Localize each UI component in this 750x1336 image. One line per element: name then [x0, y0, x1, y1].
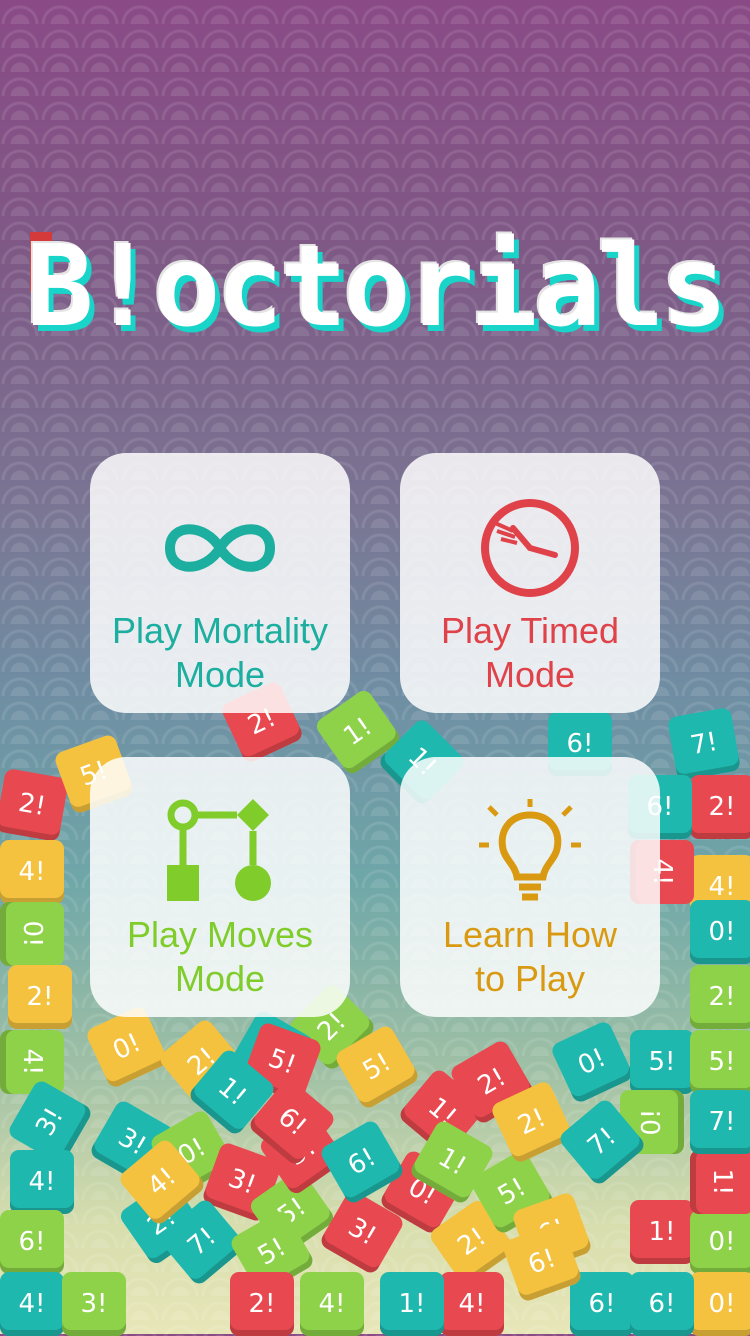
number-tile: 2!: [690, 965, 750, 1029]
number-tile: 7!: [666, 706, 742, 782]
number-tile: 0!: [0, 902, 64, 966]
number-tile: 4!: [0, 840, 64, 904]
number-tile: 1!: [630, 1200, 694, 1264]
number-tile: 7!: [690, 1090, 750, 1154]
mortality-mode-label: Play Mortality Mode: [111, 610, 329, 695]
number-tile: 3!: [62, 1272, 126, 1336]
stopwatch-icon: [470, 493, 590, 603]
flowchart-icon: [160, 797, 280, 907]
number-tile: 2!: [230, 1272, 294, 1336]
play-mortality-mode-button[interactable]: Play Mortality Mode: [90, 453, 350, 713]
number-tile: 5!: [630, 1030, 694, 1094]
timed-mode-label: Play Timed Mode: [440, 610, 620, 695]
number-tile: 6!: [630, 1272, 694, 1336]
number-tile: 1!: [690, 1150, 750, 1214]
number-tile: 0!: [690, 1272, 750, 1336]
number-tile: 1!: [380, 1272, 444, 1336]
moves-mode-label: Play Moves Mode: [126, 914, 314, 999]
number-tile: 0!: [84, 1004, 170, 1090]
number-tile: 5!: [690, 1030, 750, 1094]
number-tile: 2!: [8, 965, 72, 1029]
number-tile: 4!: [440, 1272, 504, 1336]
number-tile: 0!: [690, 900, 750, 964]
number-tile: 4!: [0, 1030, 64, 1094]
number-tile: 4!: [300, 1272, 364, 1336]
lightbulb-icon: [470, 797, 590, 907]
learn-how-label: Learn How to Play: [442, 914, 618, 999]
number-tile: 4!: [0, 1272, 64, 1336]
play-timed-mode-button[interactable]: Play Timed Mode: [400, 453, 660, 713]
number-tile: 2!: [690, 775, 750, 839]
infinity-icon: [160, 493, 280, 603]
learn-how-to-play-button[interactable]: Learn How to Play: [400, 757, 660, 1017]
number-tile: 4!: [10, 1150, 74, 1214]
play-moves-mode-button[interactable]: Play Moves Mode: [90, 757, 350, 1017]
number-tile: 0!: [690, 1210, 750, 1274]
number-tile: 6!: [0, 1210, 64, 1274]
number-tile: 6!: [570, 1272, 634, 1336]
number-tile: 2!: [0, 767, 70, 843]
